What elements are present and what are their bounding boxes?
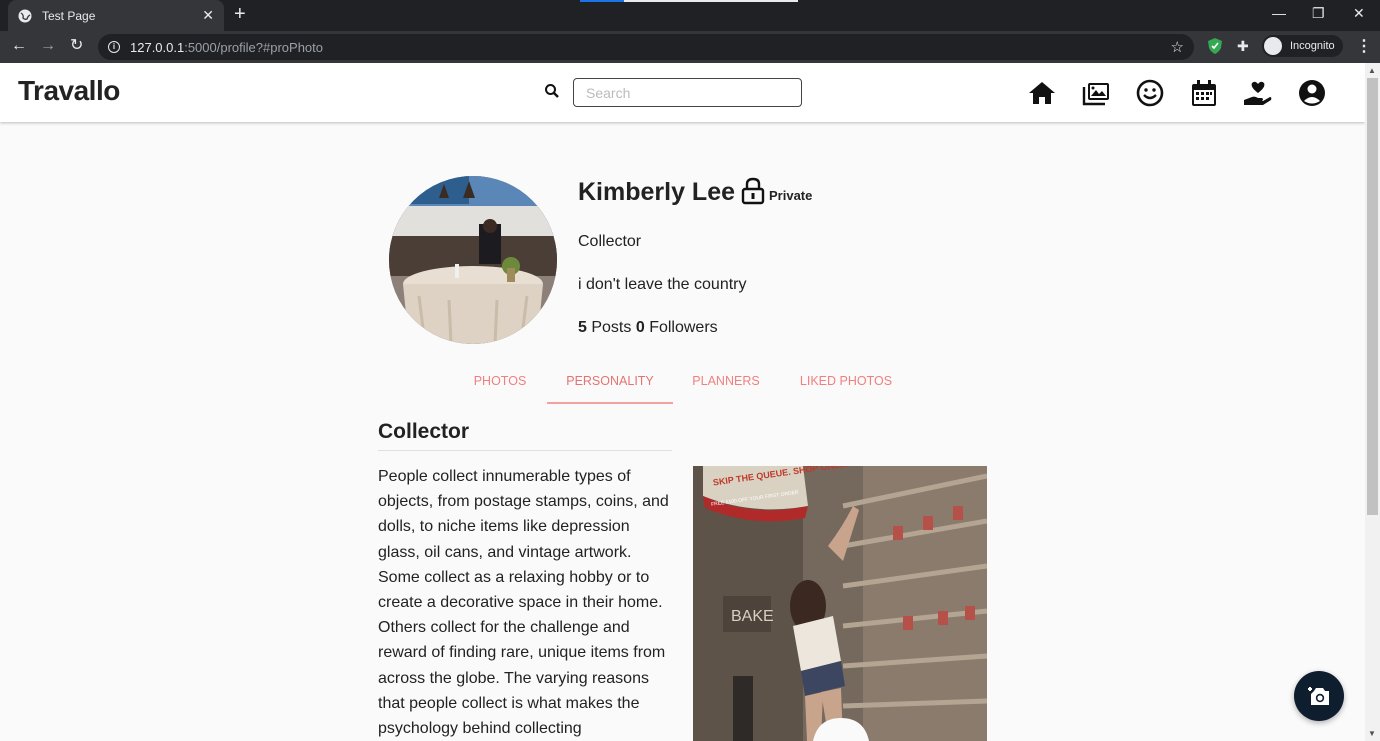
calendar-icon[interactable]	[1189, 78, 1219, 108]
back-arrow-icon[interactable]: ←	[11, 37, 27, 55]
profile-bio: i don't leave the country	[578, 276, 747, 293]
globe-icon	[18, 9, 32, 22]
profile-name: Kimberly Lee	[578, 178, 736, 206]
personality-title: Collector	[378, 420, 672, 451]
add-photo-button[interactable]	[1294, 671, 1344, 721]
profile-avatar[interactable]	[389, 176, 557, 344]
site-navbar: Travallo	[0, 63, 1365, 122]
loading-bar	[580, 0, 798, 2]
account-icon[interactable]	[1297, 78, 1327, 108]
incognito-icon	[1264, 37, 1282, 55]
tab-planners[interactable]: PLANNERS	[683, 366, 769, 404]
personality-description: People collect innumerable types of obje…	[378, 468, 669, 738]
followers-count: 0	[635, 319, 645, 336]
tab-close-icon[interactable]: ✕	[202, 8, 214, 22]
minimize-button[interactable]: —	[1272, 5, 1286, 21]
url-host: 127.0.0.1	[130, 39, 185, 55]
donate-icon[interactable]	[1243, 78, 1273, 108]
url-path: :5000/profile?#proPhoto	[184, 39, 323, 55]
tab-personality[interactable]: PERSONALITY	[547, 366, 673, 404]
photo-bake-text: BAKE	[731, 608, 774, 625]
extensions-puzzle-icon[interactable]: ✚	[1237, 38, 1249, 55]
scrollbar-thumb[interactable]	[1367, 78, 1378, 515]
personality-type: Collector	[578, 233, 642, 250]
page-scrollbar[interactable]: ▲ ▼	[1365, 63, 1380, 741]
smile-icon[interactable]	[1135, 78, 1165, 108]
address-bar[interactable]: i 127.0.0.1:5000/profile?#proPhoto ☆	[98, 34, 1194, 60]
travallo-logo[interactable]: Travallo	[18, 75, 120, 107]
scroll-up-arrow[interactable]: ▲	[1368, 66, 1376, 75]
incognito-badge[interactable]: Incognito	[1262, 35, 1343, 57]
privacy-status: Private	[769, 188, 813, 203]
browser-tab-bar: Test Page ✕ + — ❐ ✕	[0, 0, 1380, 31]
restore-button[interactable]: ❐	[1312, 5, 1325, 22]
gallery-icon[interactable]	[1081, 78, 1111, 108]
search-icon	[545, 84, 559, 98]
camera-add-icon	[1308, 687, 1329, 705]
new-tab-button[interactable]: +	[234, 4, 246, 24]
avatar-photo	[389, 176, 557, 344]
close-window-button[interactable]: ✕	[1353, 5, 1365, 22]
profile-stats: 5 Posts 0 Followers	[578, 319, 718, 337]
reload-icon[interactable]: ↻	[70, 37, 83, 55]
search-input[interactable]	[573, 78, 802, 107]
posts-label: Posts	[591, 319, 632, 336]
home-icon[interactable]	[1027, 78, 1057, 108]
tab-photos[interactable]: PHOTOS	[453, 366, 547, 404]
followers-label[interactable]: Followers	[649, 319, 717, 336]
bookmark-star-icon[interactable]: ☆	[1171, 38, 1184, 56]
browser-tab-title: Test Page	[42, 8, 96, 23]
scroll-down-arrow[interactable]: ▼	[1368, 729, 1376, 738]
forward-arrow-icon[interactable]: →	[40, 37, 56, 55]
supermarket-photo: SKIP THE QUEUE. SHOP ONLINE FREE £100 OF…	[693, 466, 987, 741]
lock-icon	[741, 177, 765, 205]
incognito-label: Incognito	[1290, 40, 1335, 52]
tab-liked-photos[interactable]: LIKED PHOTOS	[789, 366, 903, 404]
shield-extension-icon[interactable]	[1208, 38, 1222, 54]
posts-count: 5	[578, 319, 587, 336]
site-info-icon[interactable]: i	[108, 41, 120, 53]
browser-toolbar: ← → ↻ i 127.0.0.1:5000/profile?#proPhoto…	[0, 31, 1380, 63]
personality-photo: SKIP THE QUEUE. SHOP ONLINE FREE £100 OF…	[693, 466, 987, 741]
browser-tab[interactable]: Test Page ✕	[8, 0, 224, 31]
page-viewport: Travallo Kimberly Lee P	[0, 63, 1365, 741]
browser-menu-icon[interactable]: ⋮	[1356, 36, 1372, 56]
